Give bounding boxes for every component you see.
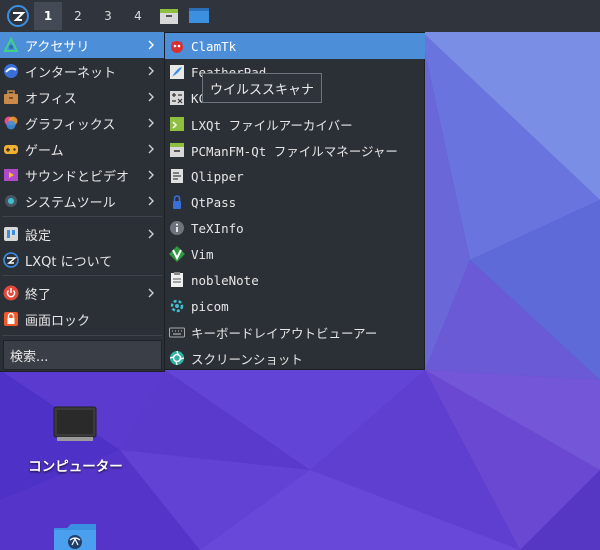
info-icon <box>169 220 185 236</box>
menu-item-about-lxqt[interactable]: LXQt について <box>0 247 164 273</box>
menu-separator <box>2 216 162 217</box>
clipboard-icon <box>169 168 185 184</box>
submenu-item-qtpass[interactable]: QtPass <box>165 189 425 215</box>
submenu-item-label: PCManFM-Qt ファイルマネージャー <box>191 143 398 159</box>
featherpad-icon <box>169 64 185 80</box>
menu-item-system-tools[interactable]: システムツール <box>0 188 164 214</box>
internet-icon <box>3 63 19 79</box>
workspace-2[interactable]: 2 <box>64 2 92 30</box>
menu-separator <box>2 335 162 336</box>
chevron-right-icon <box>148 196 154 206</box>
submenu-item-label: QtPass <box>191 194 237 210</box>
menu-item-label: LXQt について <box>25 254 113 270</box>
workspace-1[interactable]: 1 <box>34 2 62 30</box>
submenu-item-label: ClamTk <box>191 38 237 54</box>
main-menu-button[interactable] <box>4 2 32 30</box>
file-manager-icon <box>160 9 178 24</box>
chevron-right-icon <box>148 118 154 128</box>
menu-item-shutdown[interactable]: 終了 <box>0 280 164 306</box>
games-icon <box>3 141 19 157</box>
submenu-item-picom[interactable]: picom <box>165 293 425 319</box>
quicklaunch-desktop[interactable] <box>186 3 212 29</box>
lxqt-icon <box>3 252 19 268</box>
settings-icon <box>3 226 19 242</box>
submenu-item-qlipper[interactable]: Qlipper <box>165 163 425 189</box>
submenu-item-label: picom <box>191 298 229 314</box>
submenu-item-label: Vim <box>191 246 214 262</box>
search-input[interactable]: 検索... <box>3 340 162 370</box>
keyboard-icon <box>169 324 185 340</box>
menu-item-settings[interactable]: 設定 <box>0 221 164 247</box>
submenu-item-pcmanfm-qt[interactable]: PCManFM-Qt ファイルマネージャー <box>165 137 425 163</box>
quicklaunch-file-manager[interactable] <box>156 3 182 29</box>
vim-icon <box>169 246 185 262</box>
menu-item-label: 終了 <box>25 287 52 303</box>
menu-item-label: オフィス <box>25 91 77 107</box>
workspace-4[interactable]: 4 <box>124 2 152 30</box>
chevron-right-icon <box>148 229 154 239</box>
lock-icon <box>3 311 19 327</box>
calculator-icon <box>169 90 185 106</box>
power-icon <box>3 285 19 301</box>
menu-item-label: システムツール <box>25 195 116 211</box>
menu-item-label: グラフィックス <box>25 117 116 133</box>
screenshot-icon <box>169 350 185 366</box>
menu-item-label: ゲーム <box>25 143 64 159</box>
system-tools-icon <box>3 193 19 209</box>
submenu-item-label: Qlipper <box>191 168 244 184</box>
noblenote-icon <box>169 272 185 288</box>
menu-item-graphics[interactable]: グラフィックス <box>0 110 164 136</box>
submenu-item-label: nobleNote <box>191 272 259 288</box>
submenu-item-label: TeXInfo <box>191 220 244 236</box>
menu-separator <box>2 275 162 276</box>
menu-item-label: サウンドとビデオ <box>25 169 130 185</box>
chevron-right-icon <box>148 92 154 102</box>
menu-item-accessories[interactable]: アクセサリ <box>0 32 164 58</box>
lxqt-logo-icon <box>7 5 29 27</box>
file-manager-icon <box>169 142 185 158</box>
submenu-item-label: LXQt ファイルアーカイバー <box>191 117 353 133</box>
submenu-item-label: キーボードレイアウトビューアー <box>191 325 378 341</box>
menu-item-label: 画面ロック <box>25 313 91 329</box>
menu-item-label: 設定 <box>25 228 52 244</box>
submenu-item-archiver[interactable]: LXQt ファイルアーカイバー <box>165 111 425 137</box>
submenu-item-keyboard-viewer[interactable]: キーボードレイアウトビューアー <box>165 319 425 345</box>
graphics-icon <box>3 115 19 131</box>
desktop-icon-label[interactable]: コンピューター <box>18 455 133 475</box>
submenu-item-vim[interactable]: Vim <box>165 241 425 267</box>
submenu-item-texinfo[interactable]: TeXInfo <box>165 215 425 241</box>
taskbar: 1 2 3 4 <box>0 0 600 32</box>
submenu-item-screenshot[interactable]: スクリーンショット <box>165 345 425 371</box>
chevron-right-icon <box>148 66 154 76</box>
office-icon <box>3 89 19 105</box>
menu-item-multimedia[interactable]: サウンドとビデオ <box>0 162 164 188</box>
desktop-icon <box>189 8 209 23</box>
menu-item-office[interactable]: オフィス <box>0 84 164 110</box>
menu-item-label: インターネット <box>25 65 117 81</box>
workspace-3[interactable]: 3 <box>94 2 122 30</box>
picom-icon <box>169 298 185 314</box>
submenu-item-label: スクリーンショット <box>191 351 303 367</box>
submenu-item-noblenote[interactable]: nobleNote <box>165 267 425 293</box>
multimedia-icon <box>3 167 19 183</box>
archiver-icon <box>169 116 185 132</box>
tooltip: ウイルススキャナ <box>202 73 322 103</box>
accessories-icon <box>3 37 19 53</box>
clamtk-icon <box>169 38 185 54</box>
application-menu: アクセサリ インターネット オフィス グラフィックス ゲーム サウンドとビデオ <box>0 32 165 372</box>
chevron-right-icon <box>148 40 154 50</box>
menu-item-internet[interactable]: インターネット <box>0 58 164 84</box>
chevron-right-icon <box>148 288 154 298</box>
computer-icon[interactable] <box>53 406 97 444</box>
chevron-right-icon <box>148 144 154 154</box>
qtpass-icon <box>169 194 185 210</box>
submenu-item-clamtk[interactable]: ClamTk <box>165 33 425 59</box>
network-folder-icon[interactable] <box>53 522 97 550</box>
menu-item-lock-screen[interactable]: 画面ロック <box>0 306 164 332</box>
menu-item-label: アクセサリ <box>25 39 90 55</box>
chevron-right-icon <box>148 170 154 180</box>
menu-item-games[interactable]: ゲーム <box>0 136 164 162</box>
